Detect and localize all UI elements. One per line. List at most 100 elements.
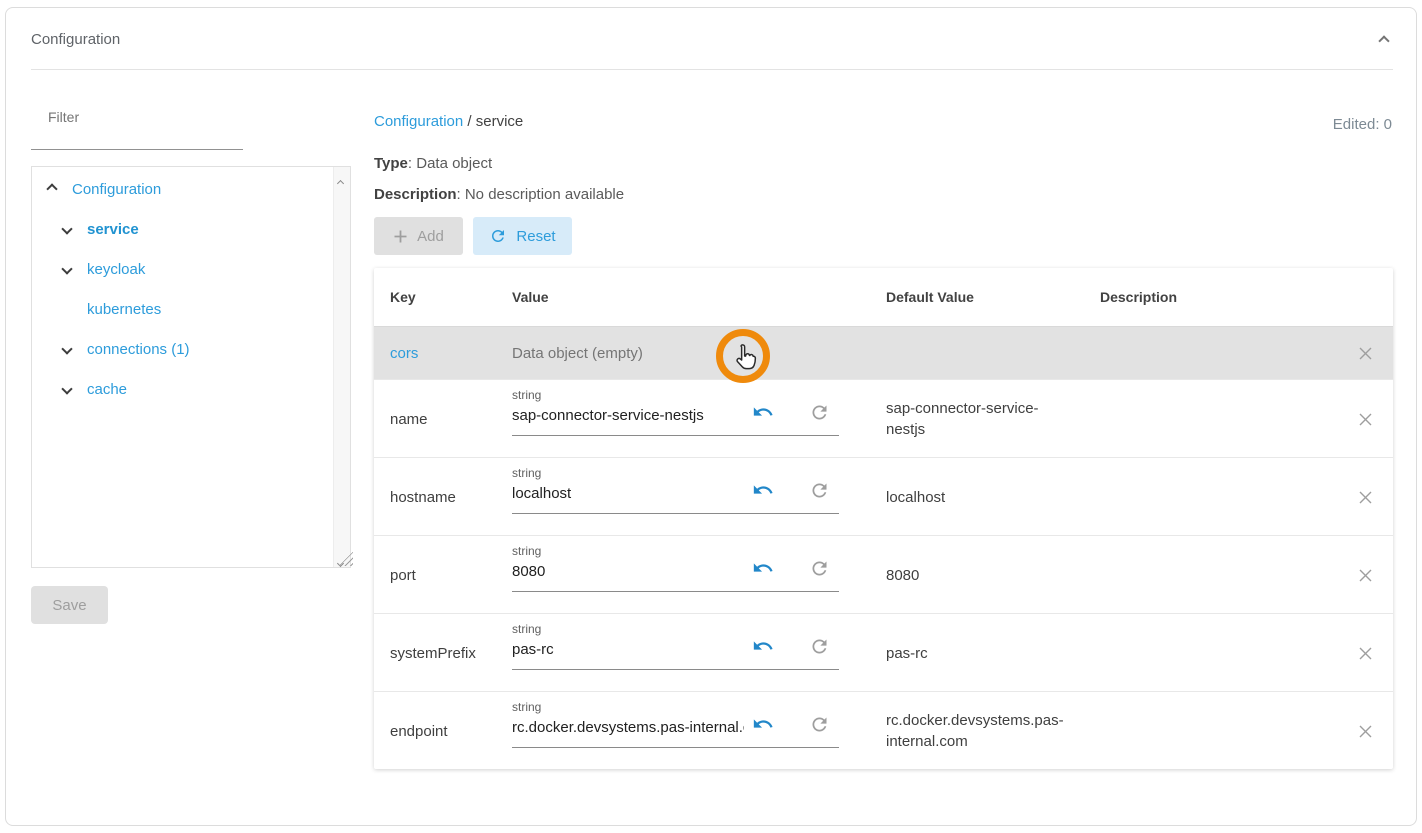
row-key: hostname — [374, 489, 512, 506]
chevron-up-icon — [1378, 35, 1389, 46]
refresh-icon[interactable] — [806, 399, 832, 425]
delete-icon[interactable] — [1355, 721, 1375, 741]
breadcrumb: Configuration / service — [374, 113, 523, 130]
row-key: name — [374, 411, 512, 428]
value-input[interactable] — [512, 404, 744, 426]
delete-icon[interactable] — [1355, 643, 1375, 663]
refresh-icon[interactable] — [806, 711, 832, 737]
undo-icon[interactable] — [750, 477, 776, 503]
undo-icon[interactable] — [750, 399, 776, 425]
collapse-panel-button[interactable] — [1376, 32, 1394, 50]
table-rows: name string sap-connector-service-nestjs… — [374, 379, 1393, 769]
row-value-cell: string — [512, 536, 886, 614]
edited-count: Edited: 0 — [1333, 116, 1392, 133]
undo-icon[interactable] — [750, 555, 776, 581]
add-button-label: Add — [417, 228, 444, 245]
chevron-down-icon[interactable] — [59, 381, 75, 397]
filter-input[interactable] — [31, 126, 243, 150]
row-value-cell: string — [512, 614, 886, 692]
delete-icon[interactable] — [1355, 487, 1375, 507]
description-label: Description — [374, 186, 457, 203]
table-row: systemPrefix string pas-rc — [374, 613, 1393, 691]
description-value: : No description available — [457, 186, 625, 203]
input-underline — [512, 591, 839, 592]
tree-item[interactable]: keycloak — [32, 249, 333, 289]
value-input[interactable] — [512, 482, 744, 504]
header-key: Key — [374, 289, 512, 305]
table-row-cors[interactable]: cors Data object (empty) — [374, 327, 1393, 379]
reset-button-label: Reset — [516, 228, 555, 245]
value-type-label: string — [512, 544, 541, 558]
row-value-cell: string — [512, 380, 886, 458]
tree-item-label[interactable]: keycloak — [87, 261, 145, 278]
value-input[interactable] — [512, 716, 744, 738]
description-line: Description: No description available — [374, 186, 624, 203]
row-key: systemPrefix — [374, 645, 512, 662]
value-input[interactable] — [512, 560, 744, 582]
row-value-cell: string — [512, 692, 886, 770]
header-value: Value — [512, 289, 886, 305]
row-default-value: pas-rc — [886, 643, 1100, 664]
tree-item[interactable]: cache — [32, 369, 333, 409]
action-buttons: Add Reset — [374, 217, 572, 255]
table-row: hostname string localhost — [374, 457, 1393, 535]
value-type-label: string — [512, 622, 541, 636]
row-default-value: sap-connector-service-nestjs — [886, 398, 1100, 440]
row-key: endpoint — [374, 723, 512, 740]
input-underline — [512, 747, 839, 748]
row-key-link[interactable]: cors — [390, 345, 418, 362]
tree-item-label[interactable]: connections (1) — [87, 341, 190, 358]
type-label: Type — [374, 155, 408, 172]
table-header-row: Key Value Default Value Description — [374, 268, 1393, 327]
input-underline — [512, 513, 839, 514]
tree-item[interactable]: connections (1) — [32, 329, 333, 369]
tree-item[interactable]: kubernetes — [32, 289, 333, 329]
row-key: port — [374, 567, 512, 584]
tree-item-label[interactable]: cache — [87, 381, 127, 398]
chevron-down-icon[interactable] — [59, 341, 75, 357]
row-default-value: rc.docker.devsystems.pas-internal.com — [886, 710, 1100, 752]
table-row: endpoint string rc.docker.devsystems.pas… — [374, 691, 1393, 769]
refresh-icon[interactable] — [806, 633, 832, 659]
chevron-down-icon[interactable] — [59, 221, 75, 237]
filter-label: Filter — [48, 109, 79, 125]
page-title: Configuration — [31, 31, 120, 48]
properties-table: Key Value Default Value Description cors… — [374, 268, 1393, 769]
configuration-page: Configuration Filter Configuration servi… — [0, 0, 1422, 833]
value-input[interactable] — [512, 638, 744, 660]
type-value: : Data object — [408, 155, 492, 172]
config-tree-panel: Configuration service keycloak kubernete… — [31, 166, 351, 568]
reset-button[interactable]: Reset — [473, 217, 572, 255]
delete-icon[interactable] — [1355, 409, 1375, 429]
row-value: Data object (empty) — [512, 345, 886, 362]
type-line: Type: Data object — [374, 155, 492, 172]
row-value-cell: string — [512, 458, 886, 536]
chevron-up-icon[interactable] — [44, 181, 60, 197]
tree-item-label[interactable]: kubernetes — [87, 301, 161, 318]
tree-item[interactable]: Configuration — [32, 169, 333, 209]
value-type-label: string — [512, 388, 541, 402]
tree-scrollbar[interactable] — [333, 167, 350, 567]
value-type-label: string — [512, 466, 541, 480]
table-row: port string 8080 — [374, 535, 1393, 613]
breadcrumb-separator: / — [467, 113, 471, 130]
refresh-icon[interactable] — [806, 555, 832, 581]
tree-item-label[interactable]: service — [87, 221, 139, 238]
undo-icon[interactable] — [750, 711, 776, 737]
refresh-icon[interactable] — [806, 477, 832, 503]
undo-icon[interactable] — [750, 633, 776, 659]
scroll-up-icon[interactable] — [338, 173, 346, 181]
header-divider — [31, 69, 1393, 70]
breadcrumb-current: service — [476, 113, 524, 130]
delete-icon[interactable] — [1355, 343, 1375, 363]
save-button[interactable]: Save — [31, 586, 108, 624]
add-button[interactable]: Add — [374, 217, 463, 255]
tree-item[interactable]: service — [32, 209, 333, 249]
tree-item-label[interactable]: Configuration — [72, 181, 161, 198]
plus-icon — [393, 229, 408, 244]
value-type-label: string — [512, 700, 541, 714]
breadcrumb-parent-link[interactable]: Configuration — [374, 113, 463, 130]
chevron-down-icon[interactable] — [59, 261, 75, 277]
delete-icon[interactable] — [1355, 565, 1375, 585]
configuration-card: Configuration Filter Configuration servi… — [5, 7, 1417, 826]
